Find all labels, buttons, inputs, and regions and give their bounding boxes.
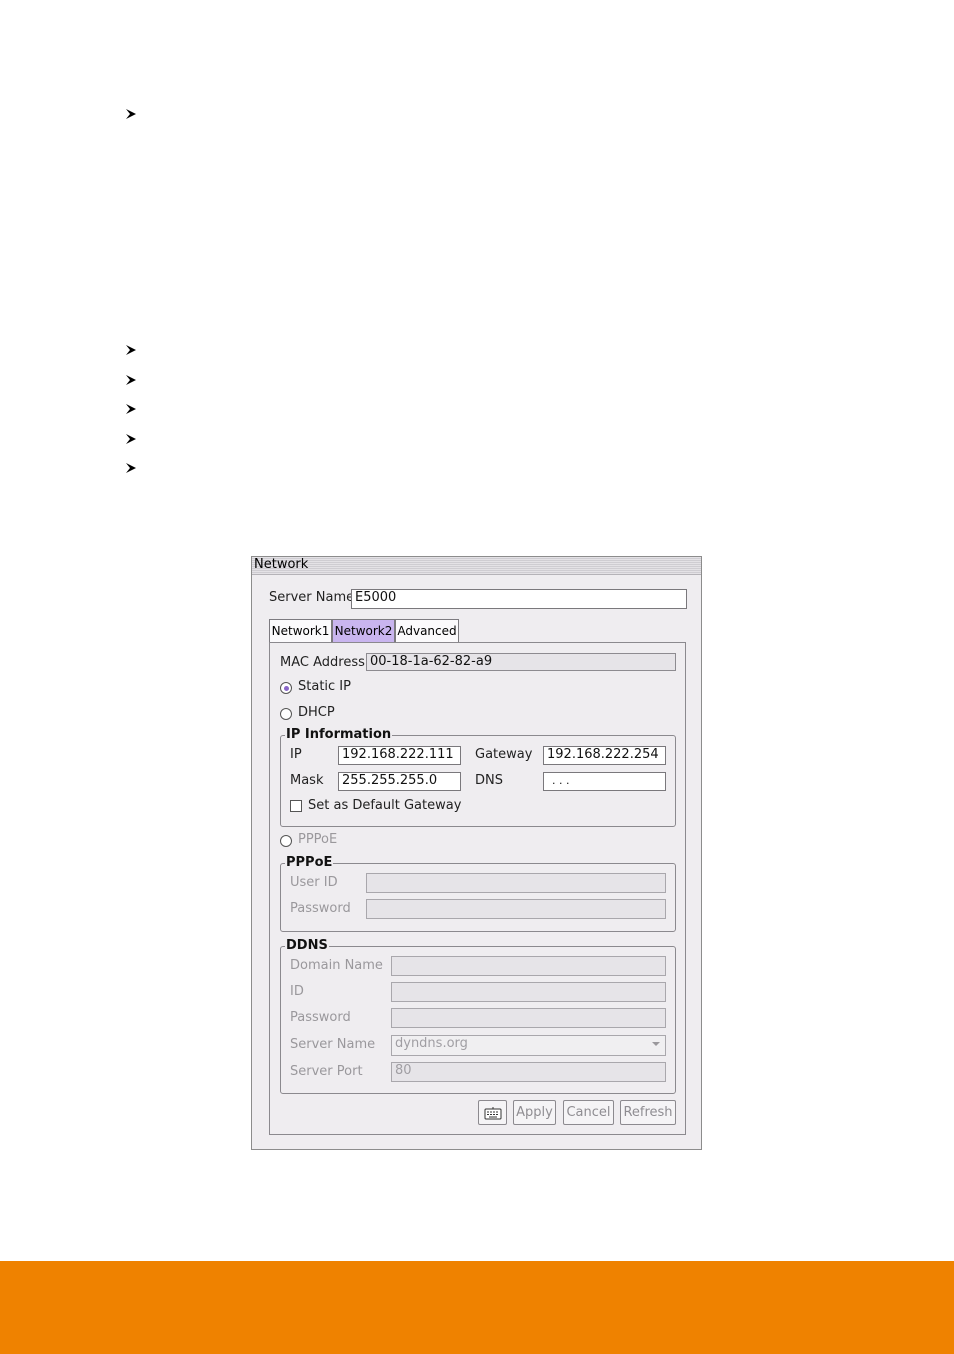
dns-label: DNS xyxy=(475,773,503,788)
ddns-password-input[interactable] xyxy=(391,1008,666,1028)
pppoe-password-input[interactable] xyxy=(366,899,666,919)
default-gateway-checkbox[interactable] xyxy=(290,800,302,812)
default-gateway-label: Set as Default Gateway xyxy=(308,798,462,813)
ddns-domain-input[interactable] xyxy=(391,956,666,976)
ddns-id-input[interactable] xyxy=(391,982,666,1002)
ddns-server-name-label: Server Name xyxy=(290,1037,376,1052)
ddns-server-port-label: Server Port xyxy=(290,1064,363,1079)
ddns-id-label: ID xyxy=(290,984,304,999)
ddns-server-name-value: dyndns.org xyxy=(395,1036,468,1051)
pppoe-label: PPPoE xyxy=(298,832,338,847)
ip-label: IP xyxy=(290,747,302,762)
apply-button[interactable]: Apply xyxy=(513,1100,556,1125)
bullet-arrow-icon xyxy=(124,343,138,357)
server-name-label: Server Name xyxy=(269,590,355,605)
refresh-button[interactable]: Refresh xyxy=(620,1100,676,1125)
bullet-arrow-icon xyxy=(124,461,138,475)
pppoe-radio[interactable] xyxy=(280,835,292,847)
bullet-arrow-icon xyxy=(124,402,138,416)
gateway-input[interactable]: 192.168.222.254 xyxy=(543,746,666,765)
dns-input[interactable]: . . . xyxy=(543,772,666,791)
ddns-server-port-input[interactable]: 80 xyxy=(391,1062,666,1082)
ddns-password-label: Password xyxy=(290,1010,351,1025)
bullet-arrow-icon xyxy=(124,373,138,387)
bullet-arrow-icon xyxy=(124,432,138,446)
footer-band xyxy=(0,1261,954,1354)
gateway-label: Gateway xyxy=(475,747,533,762)
chevron-down-icon xyxy=(652,1042,660,1046)
server-name-input[interactable]: E5000 xyxy=(351,589,687,609)
ip-input[interactable]: 192.168.222.111 xyxy=(338,746,461,765)
keyboard-button[interactable] xyxy=(478,1100,507,1125)
pppoe-title: PPPoE xyxy=(285,855,334,870)
ip-information-title: IP Information xyxy=(285,727,393,742)
tab-network2[interactable]: Network2 xyxy=(332,619,395,642)
cancel-button[interactable]: Cancel xyxy=(563,1100,614,1125)
pppoe-user-id-label: User ID xyxy=(290,875,338,890)
mask-input[interactable]: 255.255.255.0 xyxy=(338,772,461,791)
tab-network1[interactable]: Network1 xyxy=(269,619,332,642)
mac-address-label: MAC Address xyxy=(280,655,365,670)
mask-label: Mask xyxy=(290,773,324,788)
window-title: Network xyxy=(254,557,309,572)
keyboard-icon xyxy=(484,1107,501,1120)
window-title-bar[interactable]: Network xyxy=(252,557,701,575)
static-ip-label: Static IP xyxy=(298,679,351,694)
ddns-title: DDNS xyxy=(285,938,329,953)
pppoe-password-label: Password xyxy=(290,901,351,916)
ddns-server-name-select[interactable]: dyndns.org xyxy=(391,1035,666,1056)
tab-advanced[interactable]: Advanced xyxy=(395,619,459,642)
ddns-domain-label: Domain Name xyxy=(290,958,383,973)
dhcp-label: DHCP xyxy=(298,705,335,720)
pppoe-user-id-input[interactable] xyxy=(366,873,666,893)
dhcp-radio[interactable] xyxy=(280,708,292,720)
bullet-arrow-icon xyxy=(124,107,138,121)
mac-address-field: 00-18-1a-62-82-a9 xyxy=(366,653,676,671)
static-ip-radio[interactable] xyxy=(280,682,292,694)
